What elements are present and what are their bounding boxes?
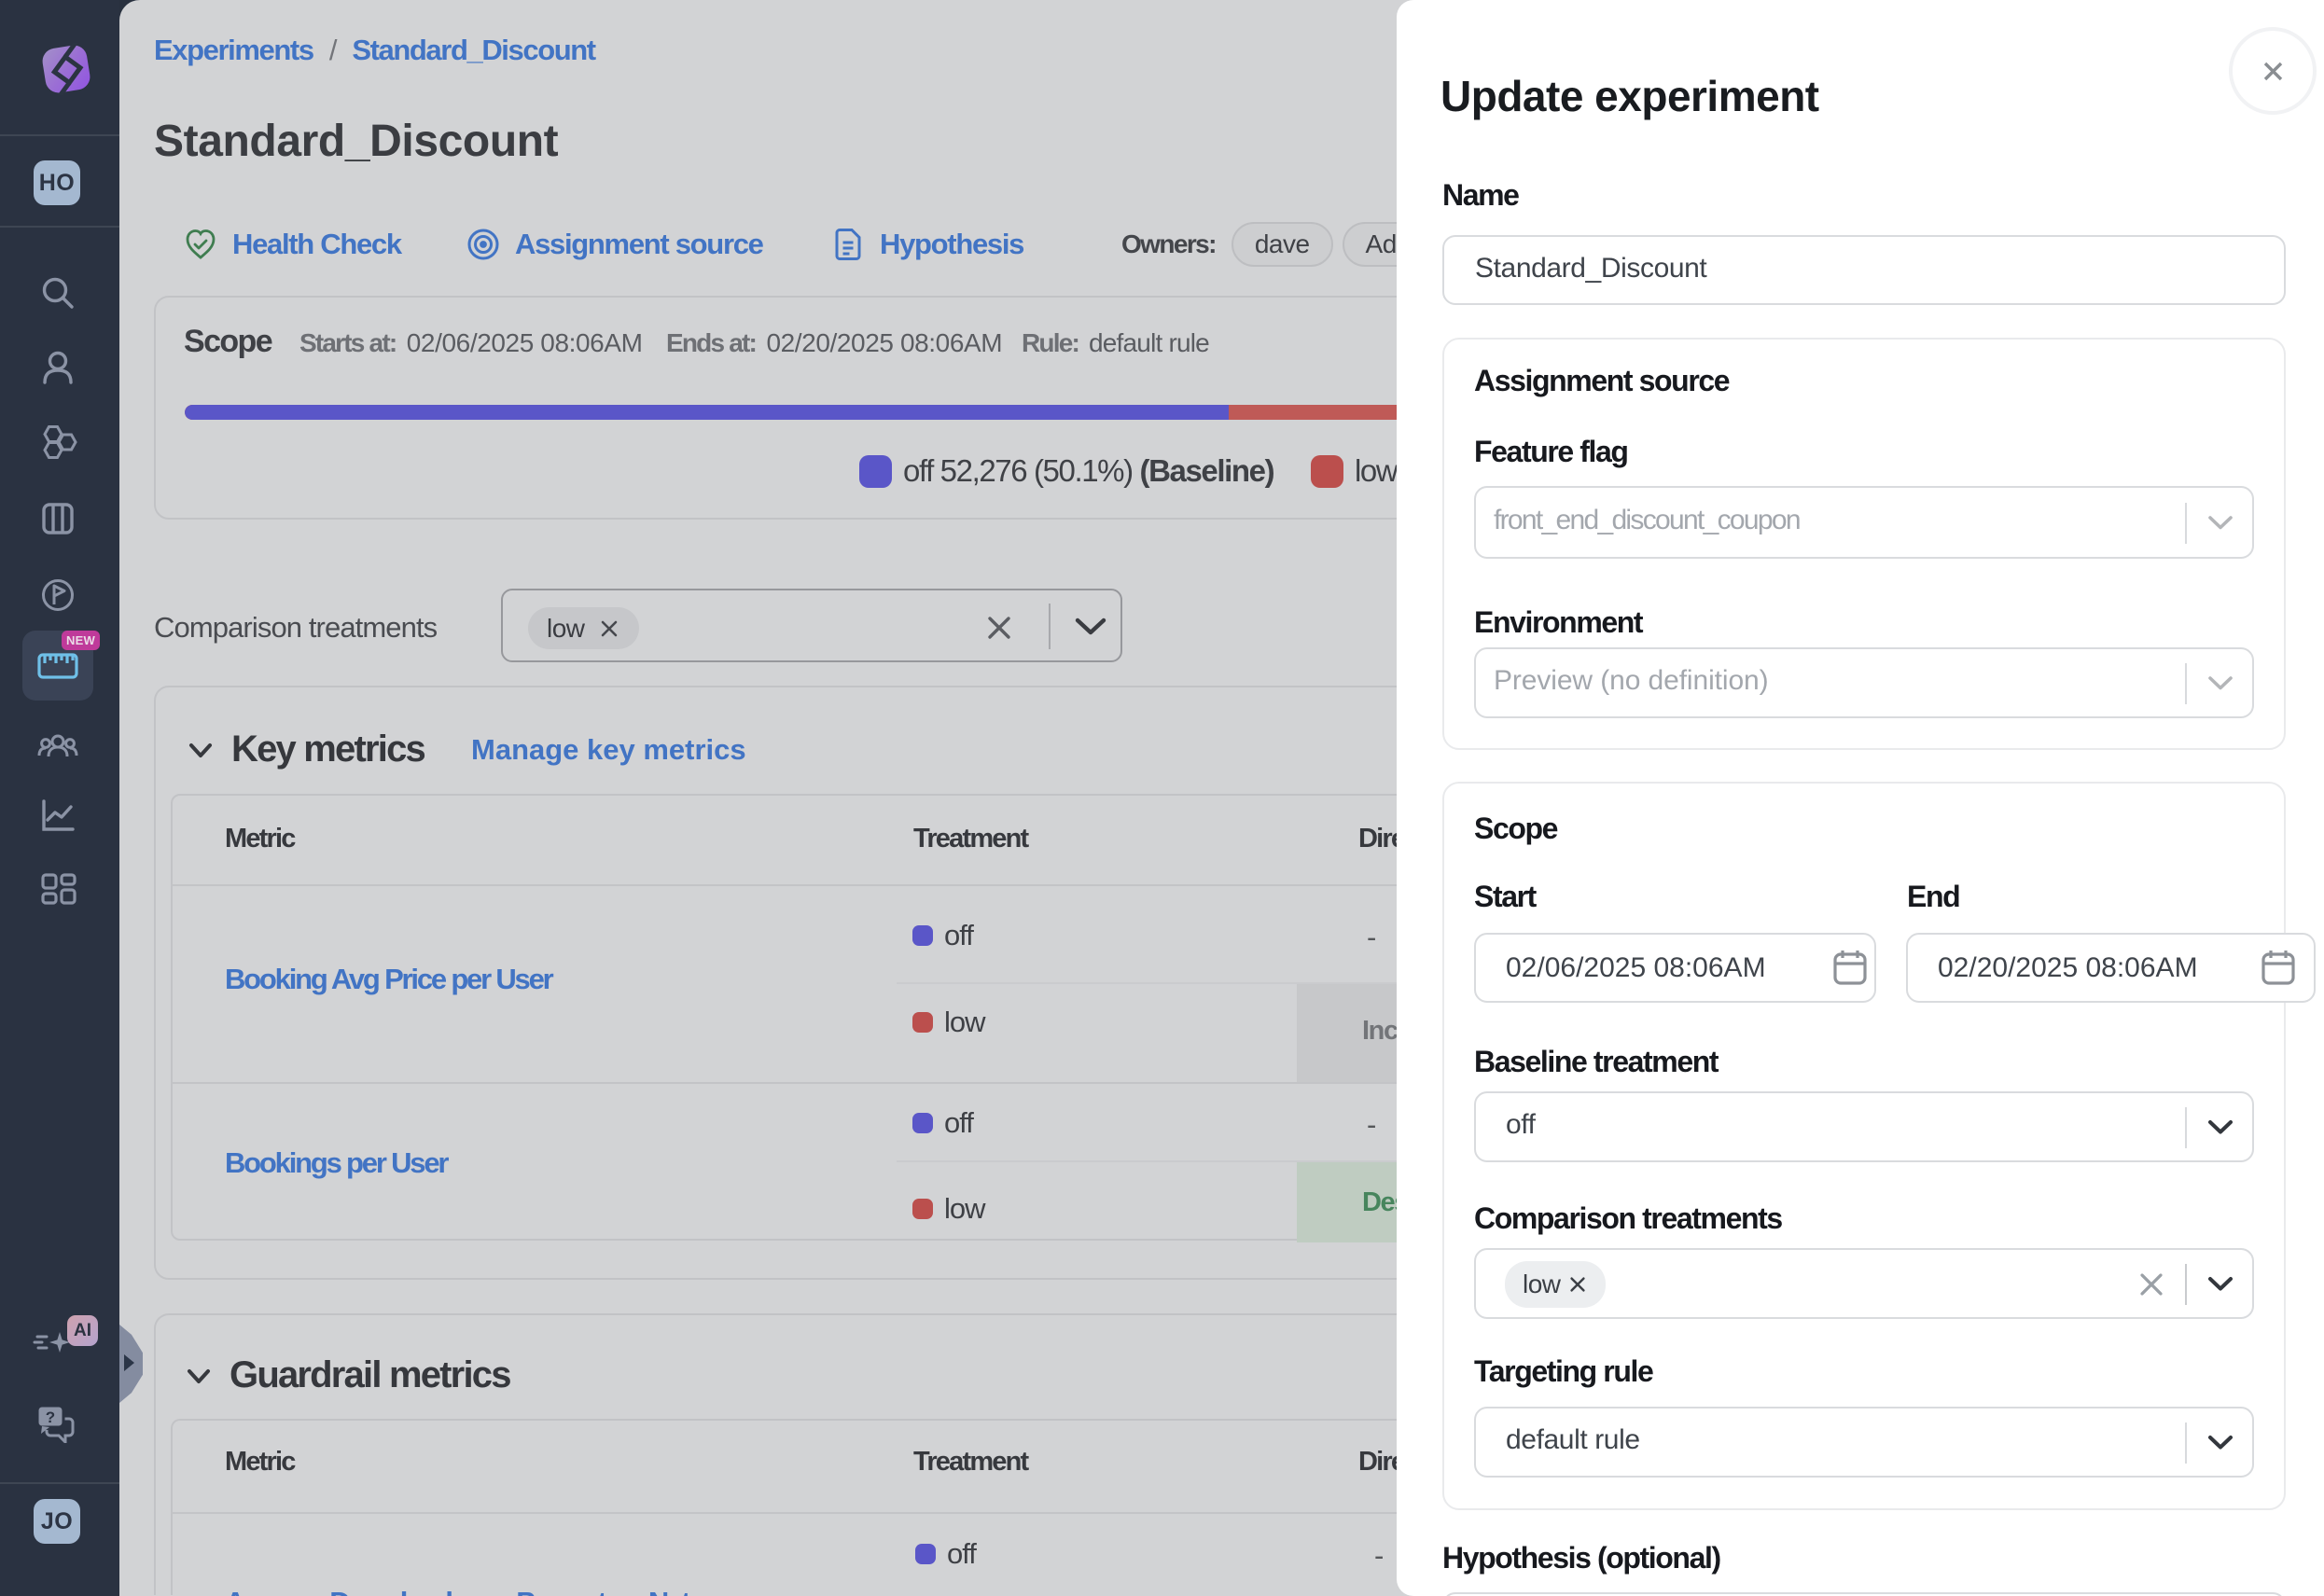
svg-text:?: ? [46,1409,55,1426]
